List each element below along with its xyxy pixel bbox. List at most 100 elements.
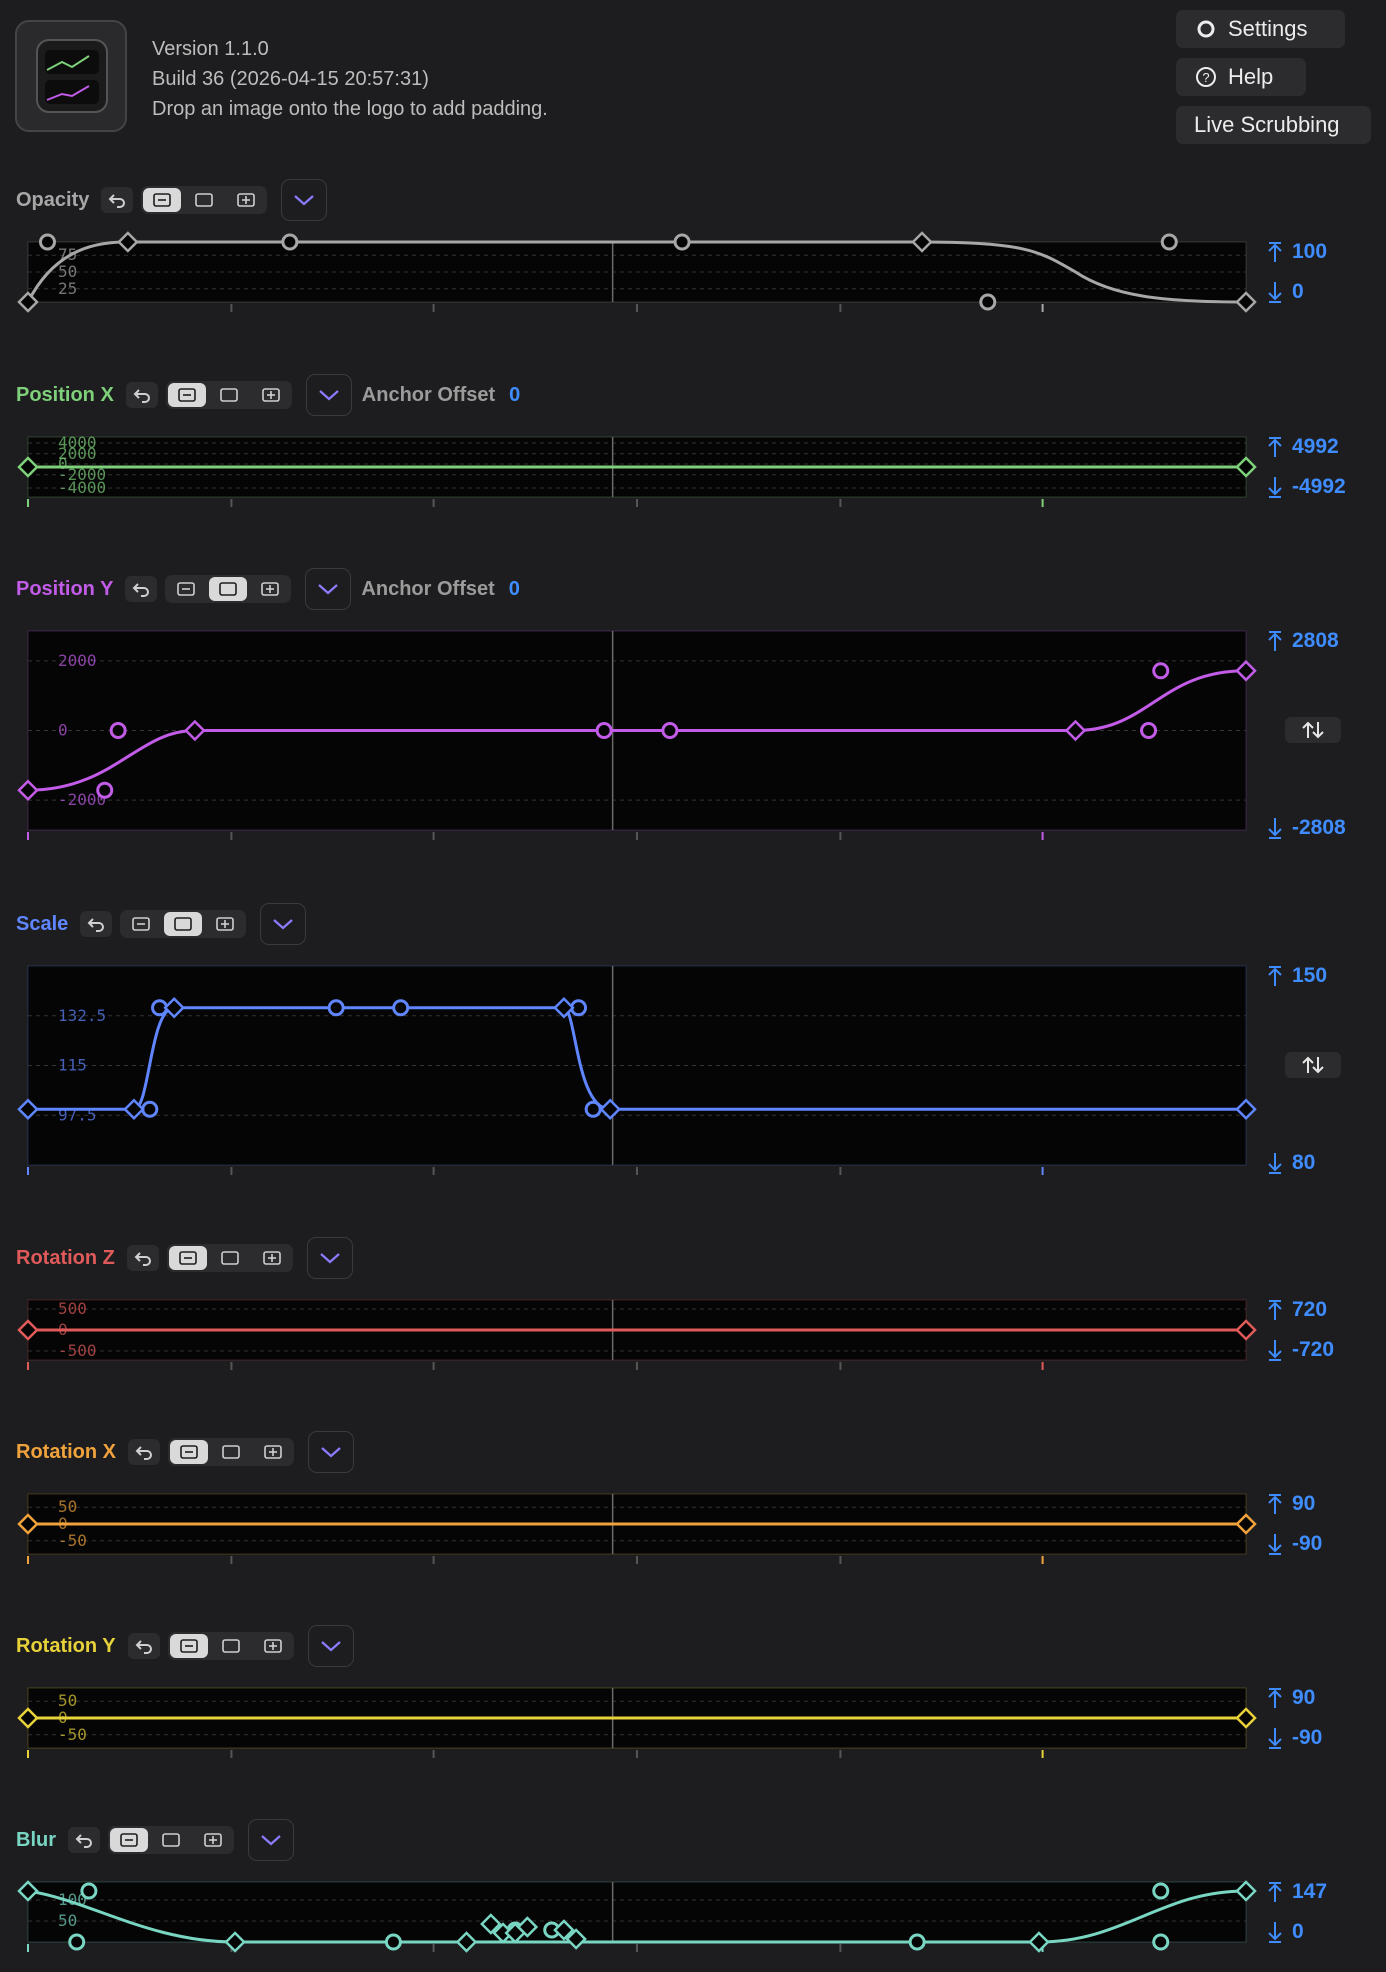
expand-button[interactable]: [227, 188, 265, 212]
range-max[interactable]: 90: [1266, 1686, 1315, 1710]
bezier-handle[interactable]: [327, 999, 345, 1017]
box-icon: [219, 582, 238, 596]
range-min[interactable]: -90: [1266, 1532, 1322, 1556]
easing-dropdown[interactable]: [307, 1625, 354, 1667]
range-max[interactable]: 147: [1266, 1880, 1327, 1904]
curve-graph[interactable]: 10050: [14, 1868, 1264, 1958]
curve-graph[interactable]: 20000-2000: [14, 617, 1264, 846]
expand-button[interactable]: [206, 912, 244, 936]
normal-view-button[interactable]: [164, 912, 203, 936]
curve-graph[interactable]: 500-50: [14, 1674, 1264, 1764]
collapse-button[interactable]: [167, 577, 205, 601]
bezier-handle[interactable]: [1160, 233, 1178, 251]
expand-button[interactable]: [252, 383, 290, 407]
reset-button[interactable]: [125, 576, 158, 602]
bezier-handle[interactable]: [392, 999, 410, 1017]
chevron-down-icon: [318, 584, 339, 595]
curve-graph[interactable]: 400020000-2000-4000: [14, 423, 1264, 513]
live-scrubbing-button[interactable]: Live Scrubbing: [1176, 106, 1371, 144]
collapse-button[interactable]: [168, 1246, 207, 1270]
reset-button[interactable]: [125, 382, 158, 408]
app-logo[interactable]: [15, 20, 127, 132]
normal-view-button[interactable]: [211, 1246, 249, 1270]
range-min[interactable]: -4992: [1266, 475, 1346, 499]
reset-button[interactable]: [68, 1827, 100, 1853]
swap-range-button[interactable]: [1285, 1051, 1341, 1078]
bezier-handle[interactable]: [281, 233, 299, 251]
view-mode-segmented: [168, 1438, 294, 1466]
reset-button[interactable]: [80, 911, 113, 937]
bezier-handle[interactable]: [109, 722, 127, 739]
bezier-handle[interactable]: [384, 1933, 402, 1951]
bezier-handle[interactable]: [68, 1933, 86, 1951]
collapse-button[interactable]: [170, 1440, 208, 1464]
settings-button[interactable]: Settings: [1176, 10, 1345, 48]
undo-icon: [75, 1834, 92, 1848]
view-mode-segmented: [166, 1244, 293, 1272]
bezier-handle[interactable]: [1152, 1882, 1170, 1900]
min-arrow-icon: [1268, 282, 1282, 303]
easing-dropdown[interactable]: [248, 1819, 294, 1861]
bezier-handle[interactable]: [908, 1933, 926, 1951]
range-max[interactable]: 150: [1266, 964, 1327, 988]
reset-button[interactable]: [126, 1245, 159, 1271]
range-max[interactable]: 720: [1266, 1298, 1327, 1322]
y-tick-label: -500: [58, 1341, 97, 1360]
range-max[interactable]: 90: [1266, 1492, 1315, 1516]
bezier-handle[interactable]: [38, 233, 56, 251]
bezier-handle[interactable]: [96, 781, 114, 799]
bezier-handle[interactable]: [141, 1100, 159, 1118]
curve-graph[interactable]: 755025: [14, 228, 1264, 318]
expand-button[interactable]: [254, 1634, 292, 1658]
bezier-handle[interactable]: [1140, 722, 1158, 739]
easing-dropdown[interactable]: [281, 179, 328, 221]
range-max[interactable]: 4992: [1266, 435, 1339, 459]
collapse-button[interactable]: [167, 383, 206, 407]
bezier-handle[interactable]: [673, 233, 691, 251]
bezier-handle[interactable]: [979, 293, 997, 311]
easing-dropdown[interactable]: [305, 374, 352, 416]
reset-button[interactable]: [127, 1633, 160, 1659]
normal-view-button[interactable]: [210, 383, 248, 407]
range-min[interactable]: 0: [1266, 280, 1304, 304]
expand-button[interactable]: [253, 1246, 291, 1270]
bezier-handle[interactable]: [1152, 662, 1170, 680]
swap-range-button[interactable]: [1285, 716, 1341, 743]
collapse-button[interactable]: [169, 1634, 208, 1658]
expand-button[interactable]: [251, 577, 289, 601]
normal-view-button[interactable]: [152, 1828, 190, 1852]
easing-dropdown[interactable]: [306, 1237, 353, 1279]
bezier-handle[interactable]: [661, 722, 679, 739]
anchor-offset-value[interactable]: 0: [509, 384, 520, 407]
normal-view-button[interactable]: [212, 1440, 250, 1464]
range-min[interactable]: -720: [1266, 1338, 1334, 1362]
normal-view-button[interactable]: [185, 188, 223, 212]
bezier-handle[interactable]: [80, 1882, 98, 1900]
curve-graph[interactable]: 5000-500: [14, 1286, 1264, 1376]
easing-dropdown[interactable]: [305, 568, 352, 610]
range-min[interactable]: -90: [1266, 1726, 1322, 1750]
easing-dropdown[interactable]: [260, 903, 307, 945]
range-max[interactable]: 2808: [1266, 629, 1339, 653]
expand-button[interactable]: [254, 1440, 292, 1464]
reset-button[interactable]: [101, 187, 134, 213]
curve-graph[interactable]: 132.511597.5: [14, 952, 1264, 1181]
help-button[interactable]: ? Help: [1176, 58, 1306, 96]
anchor-offset-value[interactable]: 0: [509, 578, 520, 601]
bezier-handle[interactable]: [1152, 1933, 1170, 1951]
normal-view-button[interactable]: [212, 1634, 250, 1658]
bezier-handle[interactable]: [584, 1100, 602, 1118]
curve-graph[interactable]: 500-50: [14, 1480, 1264, 1570]
collapse-button[interactable]: [122, 912, 160, 936]
range-min[interactable]: -2808: [1266, 816, 1346, 840]
range-max[interactable]: 100: [1266, 240, 1327, 264]
reset-button[interactable]: [128, 1439, 160, 1465]
normal-view-button[interactable]: [209, 577, 248, 601]
easing-dropdown[interactable]: [308, 1431, 354, 1473]
collapse-button[interactable]: [143, 188, 182, 212]
expand-button[interactable]: [194, 1828, 232, 1852]
bezier-handle[interactable]: [595, 722, 613, 739]
range-min[interactable]: 80: [1266, 1151, 1315, 1175]
range-min[interactable]: 0: [1266, 1920, 1304, 1944]
collapse-button[interactable]: [110, 1828, 148, 1852]
